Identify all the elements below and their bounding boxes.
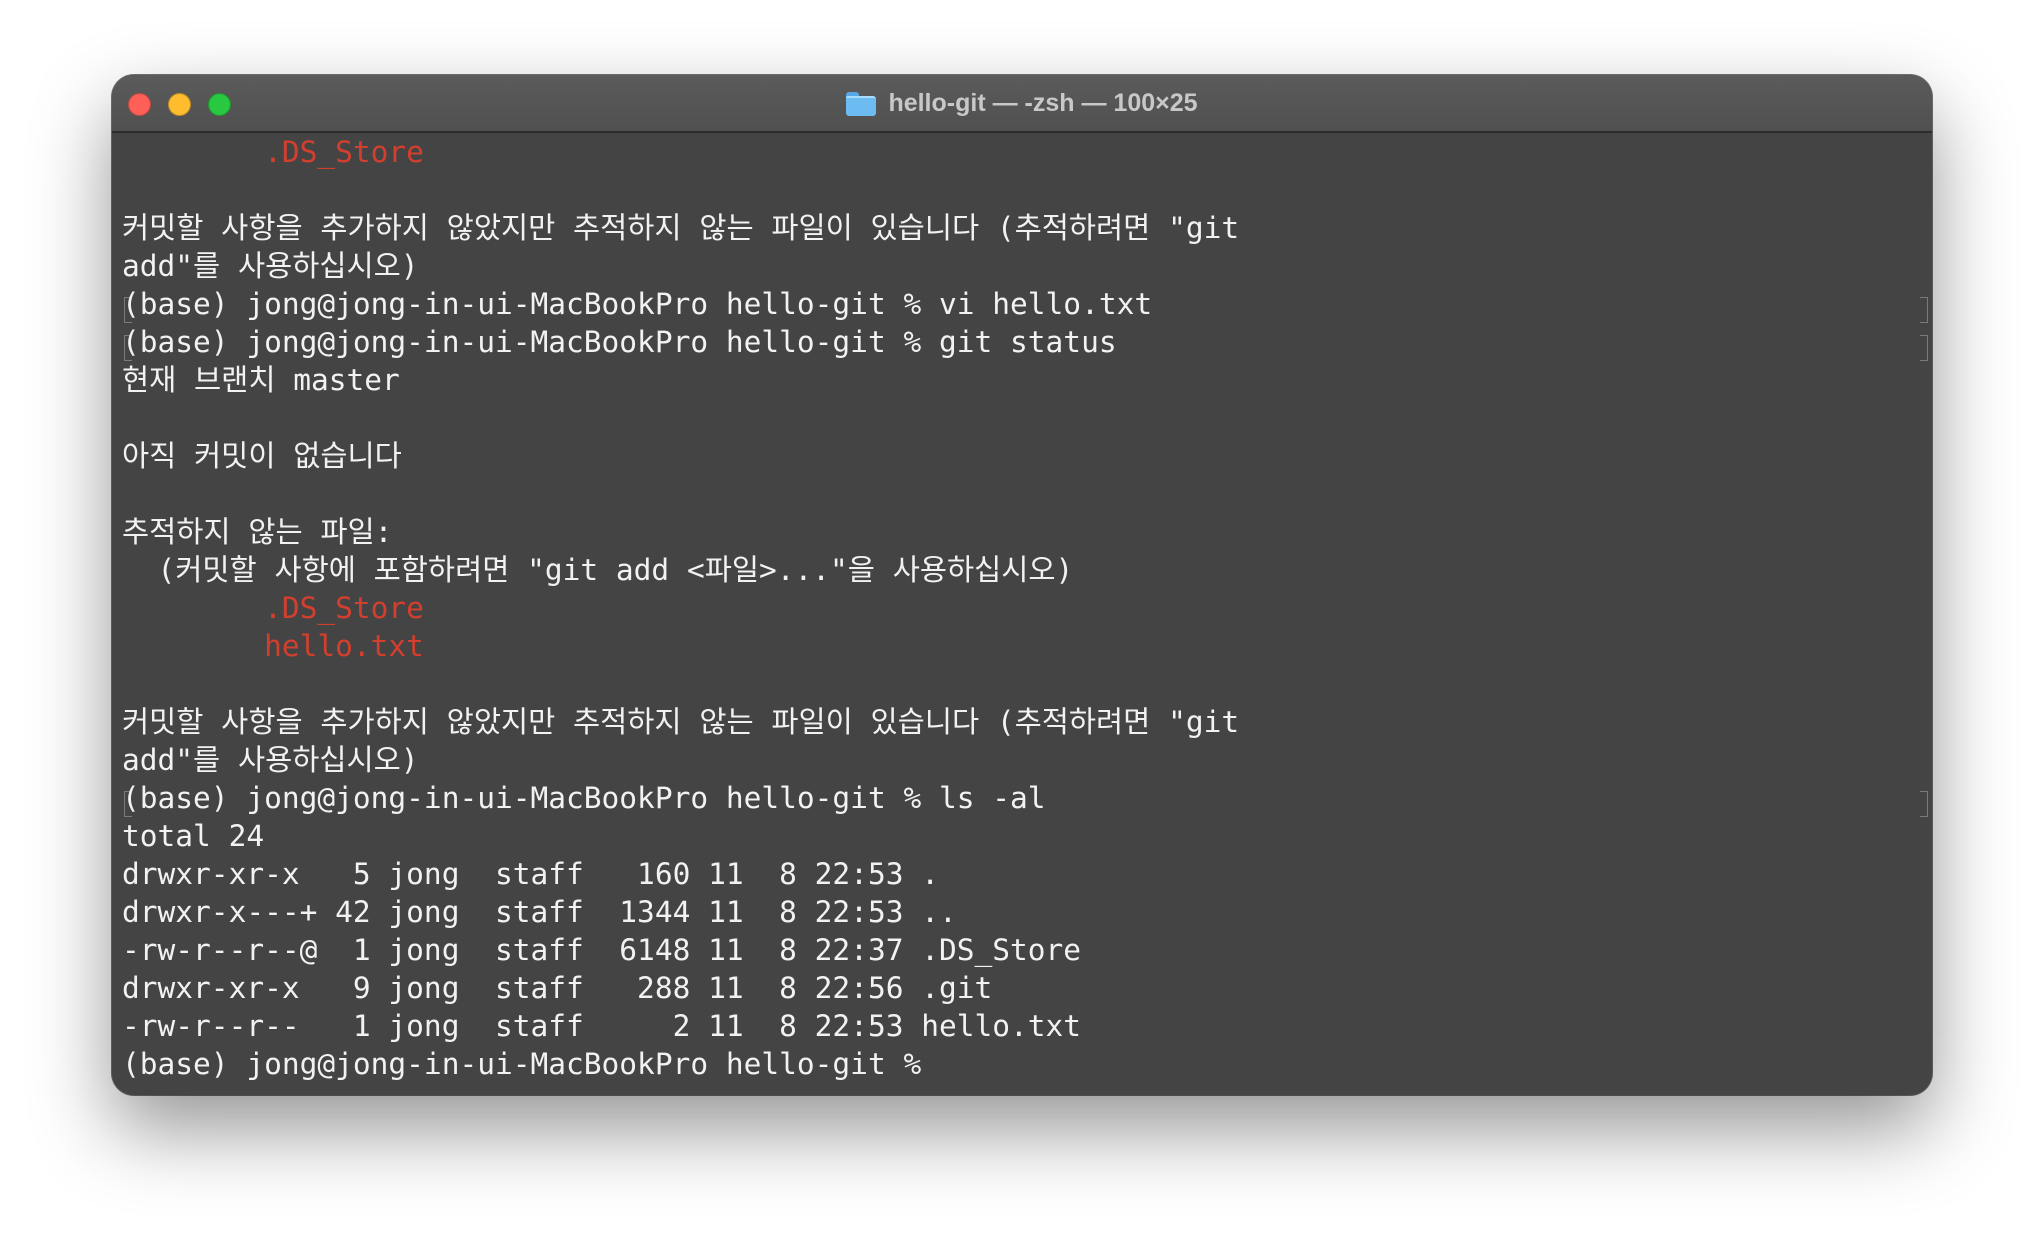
terminal-line: add"를 사용하십시오) bbox=[122, 743, 419, 777]
terminal-line: 추적하지 않는 파일: bbox=[122, 515, 393, 549]
terminal-prompt-line: (base) jong@jong-in-ui-MacBookPro hello-… bbox=[122, 1047, 939, 1081]
terminal-command-line: (base) jong@jong-in-ui-MacBookPro hello-… bbox=[122, 287, 1153, 321]
terminal-line: 커밋할 사항을 추가하지 않았지만 추적하지 않는 파일이 있습니다 (추적하려… bbox=[122, 705, 1240, 739]
terminal-line: drwxr-x---+ 42 jong staff 1344 11 8 22:5… bbox=[122, 895, 957, 929]
terminal-line-untracked-file: hello.txt bbox=[122, 629, 424, 663]
terminal-command-line: (base) jong@jong-in-ui-MacBookPro hello-… bbox=[122, 325, 1117, 359]
prompt-mark-right bbox=[1920, 335, 1928, 361]
prompt-mark-right bbox=[1920, 791, 1928, 817]
folder-icon bbox=[846, 92, 877, 116]
window-title: hello-git — -zsh — 100×25 bbox=[112, 75, 1932, 131]
terminal-line-untracked-file: .DS_Store bbox=[122, 591, 424, 625]
prompt-mark-right bbox=[1920, 297, 1928, 323]
terminal-line: (커밋할 사항에 포함하려면 "git add <파일>..."을 사용하십시오… bbox=[122, 553, 1074, 587]
terminal-line: -rw-r--r--@ 1 jong staff 6148 11 8 22:37… bbox=[122, 933, 1082, 967]
window-title-text: hello-git — -zsh — 100×25 bbox=[888, 88, 1198, 117]
terminal-window[interactable]: hello-git — -zsh — 100×25 .DS_Store 커밋할 … bbox=[112, 75, 1932, 1095]
terminal-line: 현재 브랜치 master bbox=[122, 363, 400, 397]
terminal-line: drwxr-xr-x 9 jong staff 288 11 8 22:56 .… bbox=[122, 971, 993, 1005]
terminal-command-line: (base) jong@jong-in-ui-MacBookPro hello-… bbox=[122, 781, 1046, 815]
terminal-line: 커밋할 사항을 추가하지 않았지만 추적하지 않는 파일이 있습니다 (추적하려… bbox=[122, 211, 1240, 245]
terminal-line: add"를 사용하십시오) bbox=[122, 249, 419, 283]
terminal-line: drwxr-xr-x 5 jong staff 160 11 8 22:53 . bbox=[122, 857, 939, 891]
terminal-line: total 24 bbox=[122, 819, 265, 853]
terminal-line: -rw-r--r-- 1 jong staff 2 11 8 22:53 hel… bbox=[122, 1009, 1082, 1043]
terminal-line: 아직 커밋이 없습니다 bbox=[122, 439, 402, 473]
title-bar[interactable]: hello-git — -zsh — 100×25 bbox=[112, 75, 1932, 133]
terminal-output[interactable]: .DS_Store 커밋할 사항을 추가하지 않았지만 추적하지 않는 파일이 … bbox=[122, 133, 1932, 1095]
terminal-line-untracked-file: .DS_Store bbox=[122, 135, 424, 169]
